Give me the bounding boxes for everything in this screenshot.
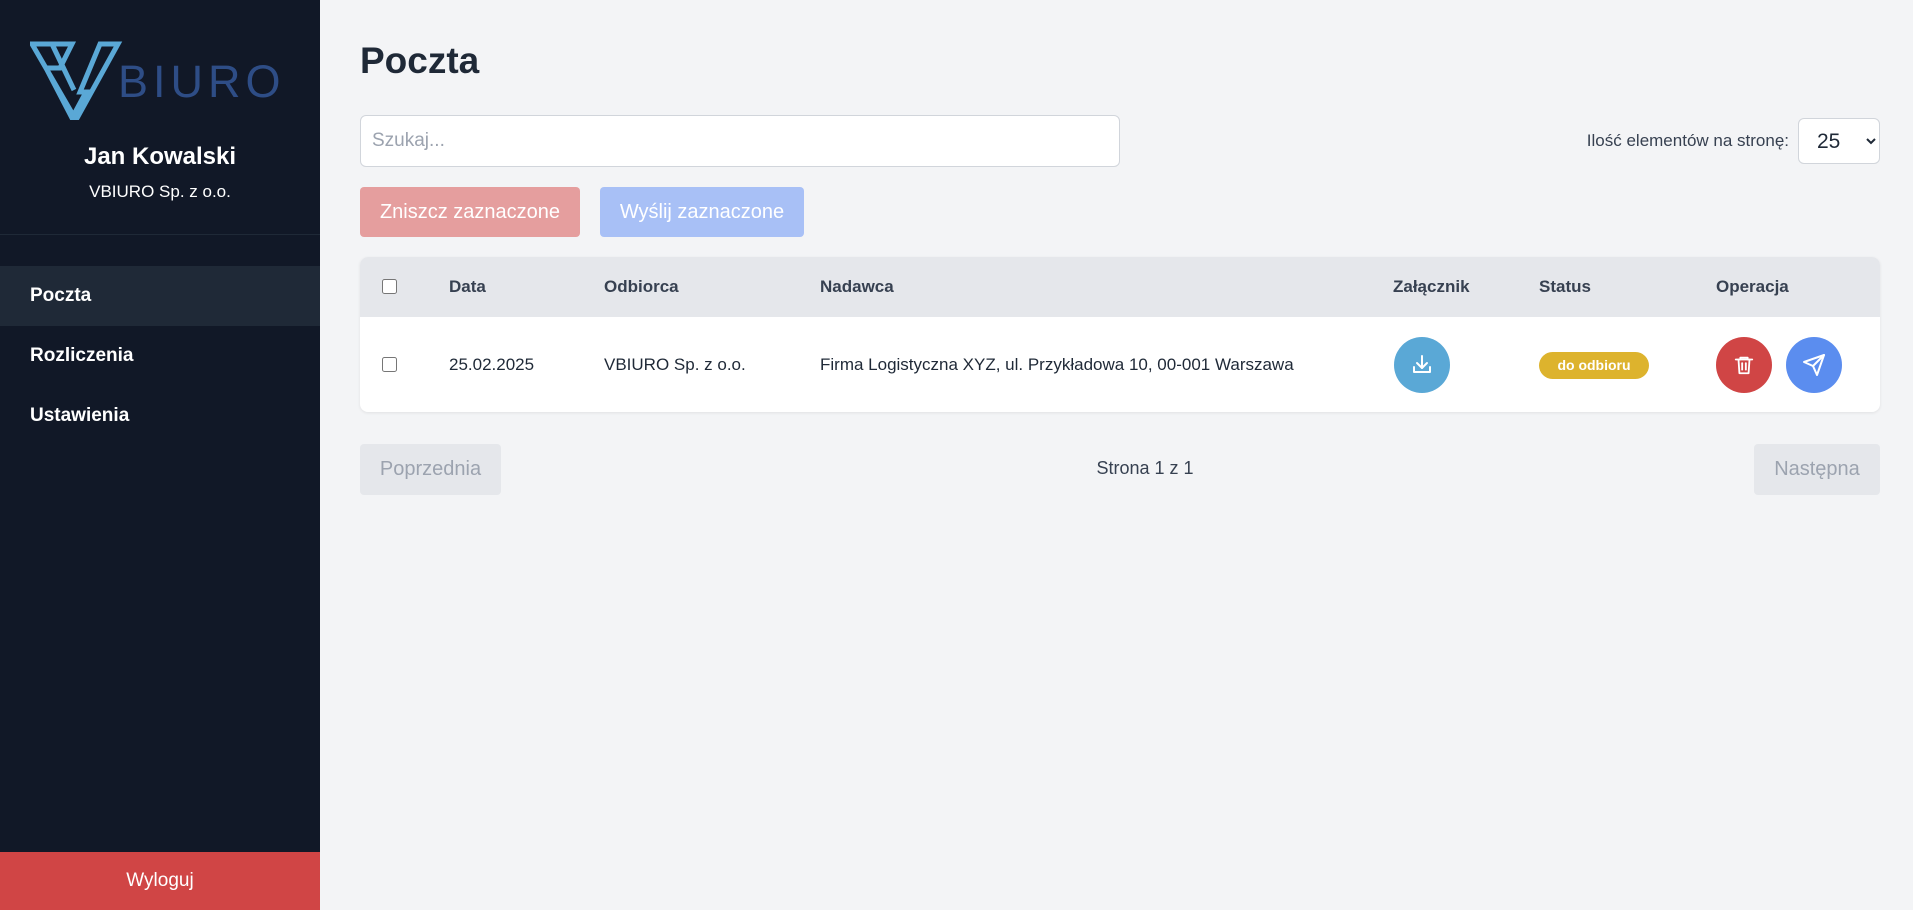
send-button[interactable] <box>1786 337 1842 393</box>
sidebar: BIURO Jan Kowalski VBIURO Sp. z o.o. Poc… <box>0 0 320 910</box>
logo-text: BIURO <box>118 56 286 107</box>
next-page-button[interactable]: Następna <box>1754 444 1880 495</box>
nav-item-poczta[interactable]: Poczta <box>0 266 320 326</box>
logout-button[interactable]: Wyloguj <box>0 852 320 910</box>
sidebar-divider <box>0 234 320 235</box>
table-header: Data Odbiorca Nadawca Załącznik Status O… <box>360 257 1880 317</box>
nav-item-ustawienia[interactable]: Ustawienia <box>0 386 320 446</box>
column-header-zalacznik: Załącznik <box>1393 277 1470 296</box>
nav-item-rozliczenia[interactable]: Rozliczenia <box>0 326 320 386</box>
user-name: Jan Kowalski <box>83 143 237 170</box>
download-attachment-button[interactable] <box>1394 337 1450 393</box>
column-header-data: Data <box>449 277 486 296</box>
per-page-select[interactable]: 25 <box>1798 118 1880 164</box>
column-header-status: Status <box>1539 277 1591 296</box>
sidebar-nav: Poczta Rozliczenia Ustawienia <box>0 266 320 446</box>
status-badge: do odbioru <box>1539 352 1649 379</box>
column-header-operacja: Operacja <box>1716 277 1789 296</box>
table-row: 25.02.2025 VBIURO Sp. z o.o. Firma Logis… <box>360 317 1880 412</box>
send-selected-button[interactable]: Wyślij zaznaczone <box>600 187 804 237</box>
row-sender: Firma Logistyczna XYZ, ul. Przykładowa 1… <box>820 355 1294 374</box>
page-indicator: Strona 1 z 1 <box>1096 458 1194 478</box>
per-page-label: Ilość elementów na stronę: <box>1586 131 1789 150</box>
row-checkbox[interactable] <box>382 357 397 372</box>
select-all-checkbox[interactable] <box>382 279 397 294</box>
send-icon <box>1803 354 1825 376</box>
download-icon <box>1413 355 1431 373</box>
column-header-nadawca: Nadawca <box>820 277 894 296</box>
trash-icon <box>1734 356 1754 375</box>
delete-button[interactable] <box>1716 337 1772 393</box>
mail-table: Data Odbiorca Nadawca Załącznik Status O… <box>360 257 1880 412</box>
row-date: 25.02.2025 <box>449 355 535 374</box>
prev-page-button[interactable]: Poprzednia <box>360 444 501 495</box>
destroy-selected-button[interactable]: Zniszcz zaznaczone <box>360 187 580 237</box>
column-header-odbiorca: Odbiorca <box>604 277 679 296</box>
user-company: VBIURO Sp. z o.o. <box>89 182 231 201</box>
page-title: Poczta <box>360 40 480 81</box>
search-input[interactable] <box>360 115 1120 167</box>
row-recipient: VBIURO Sp. z o.o. <box>604 355 746 374</box>
main-content: Poczta Ilość elementów na stronę: 25 Zni… <box>320 0 1913 910</box>
